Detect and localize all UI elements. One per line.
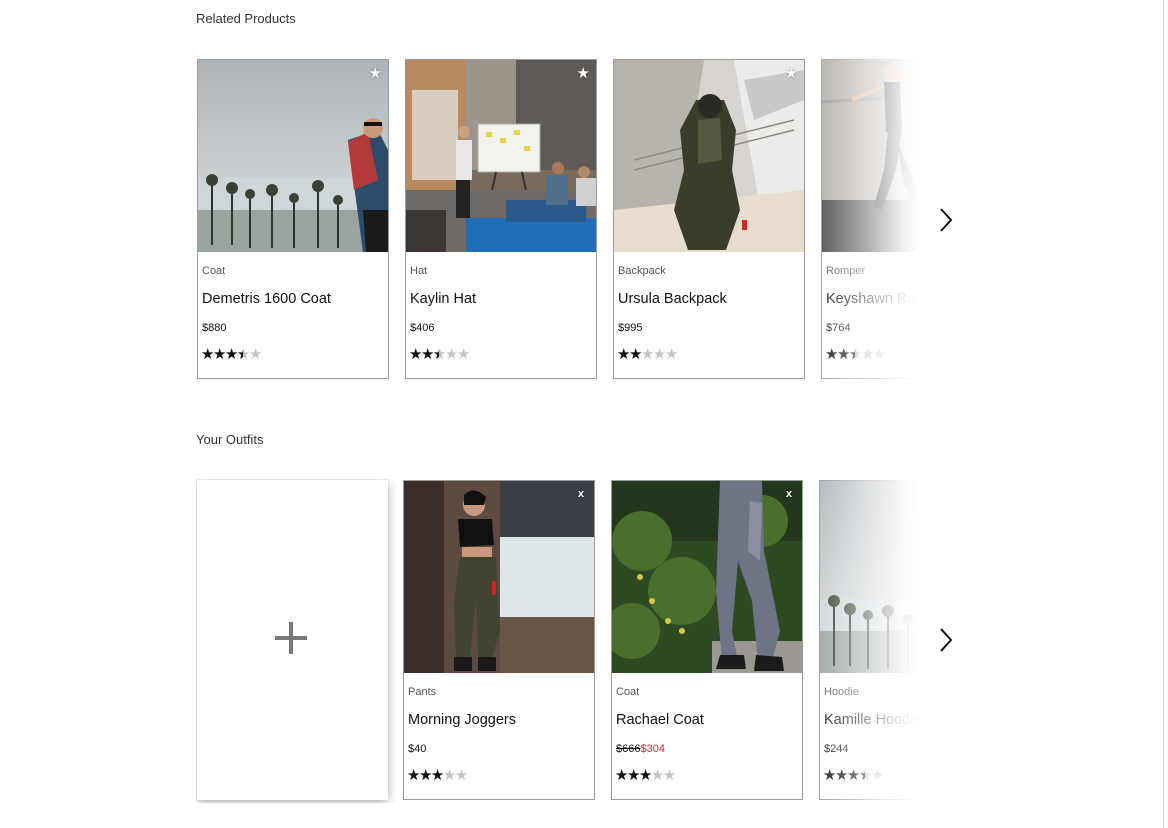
star-icon: ★★	[248, 346, 262, 363]
star-rating: ★★★★★★★★★★	[409, 346, 470, 363]
product-category: Pants	[408, 686, 437, 698]
star-icon: ★★	[442, 767, 456, 784]
star-icon: ★★	[456, 346, 470, 363]
close-icon[interactable]: x	[578, 489, 584, 500]
product-card[interactable]: ★ Backpack Ursula Backpack $995 ★★★★★★★★…	[613, 59, 805, 379]
product-name[interactable]: Ursula Backpack	[618, 291, 727, 307]
star-icon: ★★	[407, 767, 420, 784]
star-icon: ★★	[662, 767, 676, 784]
product-image: ★	[406, 60, 596, 252]
star-icon: ★★	[848, 346, 862, 363]
product-category: Coat	[616, 686, 640, 698]
star-icon: ★★	[638, 767, 652, 784]
product-name[interactable]: Keyshawn Romper	[826, 291, 920, 307]
star-rating: ★★★★★★★★★★	[617, 346, 678, 363]
star-icon: ★★	[652, 346, 666, 363]
star-rating: ★★★★★★★★★★	[825, 346, 886, 363]
favorite-star-icon[interactable]: ★	[785, 66, 798, 81]
product-category: Romper	[826, 265, 866, 277]
product-image: ★	[822, 60, 920, 252]
star-icon: ★★	[825, 346, 838, 363]
sale-price: $304	[640, 743, 665, 755]
star-icon: ★★	[212, 346, 226, 363]
add-to-outfit-button[interactable]	[197, 480, 388, 800]
star-rating: ★★★★★★★★★★	[615, 767, 676, 784]
star-rating: ★★★★★★★★★★	[201, 346, 262, 363]
product-price: $406	[410, 322, 435, 334]
product-price: $995	[618, 322, 643, 334]
product-price: $666$304	[616, 743, 665, 755]
star-rating: ★★★★★★★★★★	[407, 767, 468, 784]
star-rating: ★★★★★★★★★★	[823, 767, 884, 784]
chevron-right-icon[interactable]	[936, 206, 956, 234]
product-category: Hat	[410, 265, 428, 277]
product-image: x	[820, 481, 920, 673]
star-icon: ★★	[430, 767, 444, 784]
star-icon: ★★	[823, 767, 836, 784]
your-outfits-title: Your Outfits	[196, 432, 264, 447]
star-icon: ★★	[834, 767, 848, 784]
star-icon: ★★	[409, 346, 422, 363]
product-price: $40	[408, 743, 427, 755]
star-icon: ★★	[420, 346, 434, 363]
star-icon: ★★	[236, 346, 250, 363]
star-icon: ★★	[650, 767, 664, 784]
star-icon: ★★	[444, 346, 458, 363]
original-price: $666	[616, 743, 641, 755]
product-price: $880	[202, 322, 227, 334]
chevron-right-icon[interactable]	[936, 626, 956, 654]
product-image: x	[612, 481, 802, 673]
outfit-card[interactable]: x Coat Rachael Coat $666$304 ★★★★★★★★★★	[611, 480, 803, 800]
product-price: $764	[826, 322, 851, 334]
star-icon: ★★	[454, 767, 468, 784]
favorite-star-icon[interactable]: ★	[577, 66, 590, 81]
product-name[interactable]: Rachael Coat	[616, 712, 704, 728]
product-price: $244	[824, 743, 849, 755]
related-products-title: Related Products	[196, 11, 296, 26]
your-outfits-carousel: x Pants Morning Joggers $40 ★★★★★★★★★★ x…	[196, 479, 920, 803]
product-card[interactable]: ★ Romper Keyshawn Romper $764 ★★★★★★★★★★	[821, 59, 920, 379]
related-products-carousel: ★ Coat Demetris 1600 Coat $880 ★ ★ ★ ★ ★ ★ ★ ★ ★…	[196, 58, 920, 382]
star-icon: ★★	[860, 346, 874, 363]
outfit-card[interactable]: x Pants Morning Joggers $40 ★★★★★★★★★★	[403, 480, 595, 800]
scroll-edge-divider	[1163, 0, 1164, 828]
product-card[interactable]: ★ Hat Kaylin Hat $406 ★★★★★★★★★★	[405, 59, 597, 379]
star-icon: ★★	[664, 346, 678, 363]
outfit-card[interactable]: x Hoodie Kamille Hoodie $244 ★★★★★★★★★★	[819, 480, 920, 800]
star-icon: ★★	[858, 767, 872, 784]
star-icon: ★★	[640, 346, 654, 363]
star-icon: ★★	[224, 346, 238, 363]
product-category: Backpack	[618, 265, 666, 277]
product-name[interactable]: Morning Joggers	[408, 712, 516, 728]
star-icon: ★★	[418, 767, 432, 784]
product-category: Coat	[202, 265, 226, 277]
star-icon: ★★	[872, 346, 886, 363]
star-icon: ★★	[617, 346, 630, 363]
star-icon: ★★	[432, 346, 446, 363]
star-icon: ★★	[201, 346, 214, 363]
product-image: x	[404, 481, 594, 673]
product-name[interactable]: Kaylin Hat	[410, 291, 476, 307]
product-image: ★	[198, 60, 388, 252]
plus-icon	[275, 622, 307, 654]
star-icon: ★★	[626, 767, 640, 784]
star-icon: ★★	[628, 346, 642, 363]
star-icon: ★★	[846, 767, 860, 784]
close-icon[interactable]: x	[786, 489, 792, 500]
star-icon: ★★	[870, 767, 884, 784]
favorite-star-icon[interactable]: ★	[369, 66, 382, 81]
star-icon: ★★	[836, 346, 850, 363]
product-name[interactable]: Demetris 1600 Coat	[202, 291, 331, 307]
product-image: ★	[614, 60, 804, 252]
product-card[interactable]: ★ Coat Demetris 1600 Coat $880 ★★★★★★★★★…	[197, 59, 389, 379]
star-icon: ★★	[615, 767, 628, 784]
product-name[interactable]: Kamille Hoodie	[824, 712, 920, 728]
product-category: Hoodie	[824, 686, 859, 698]
